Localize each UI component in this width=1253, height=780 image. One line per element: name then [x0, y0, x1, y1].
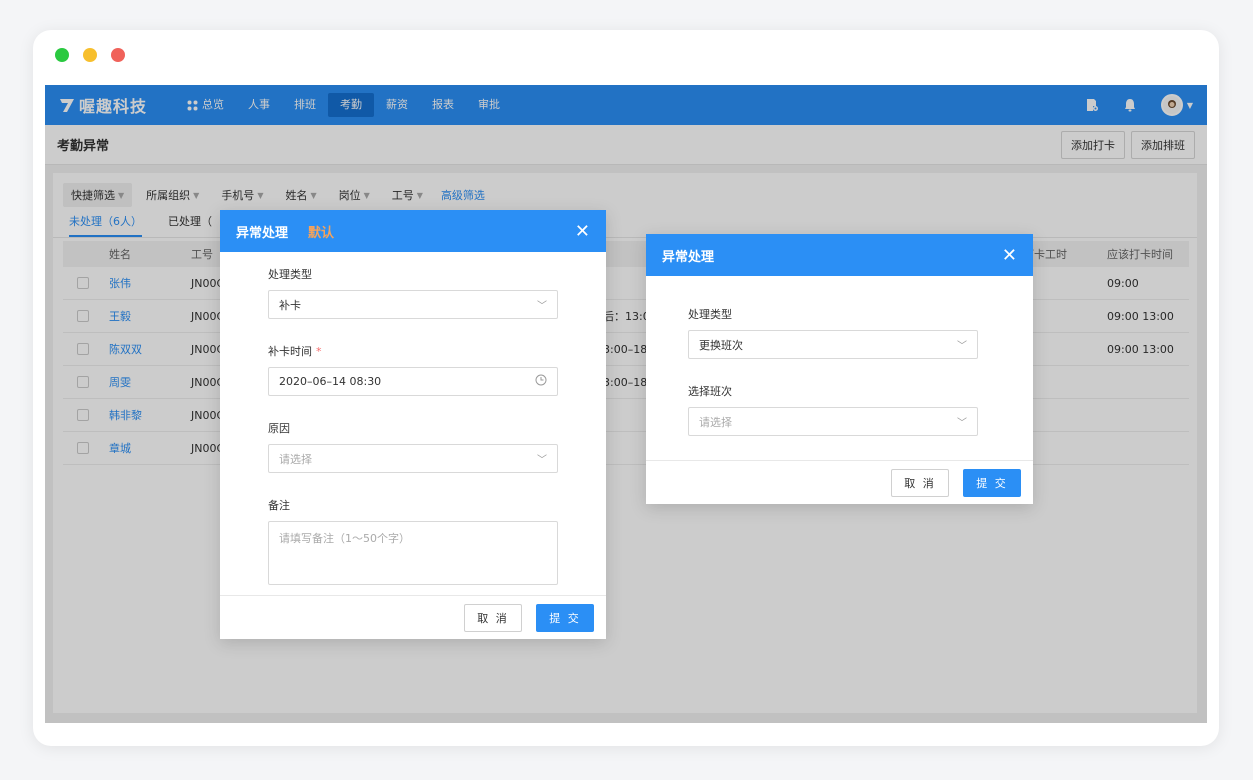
note-placeholder: 请填写备注（1～50个字）: [279, 532, 410, 545]
type-label: 处理类型: [268, 268, 312, 281]
exception-dialog-punch: 异常处理 默认 ✕ 处理类型 补卡 ﹀ 补卡时间 * 2020–06–14 08:…: [220, 210, 606, 639]
chevron-down-icon: ﹀: [957, 418, 967, 429]
type-label: 处理类型: [688, 308, 732, 321]
type-value: 补卡: [279, 298, 301, 312]
shift-select[interactable]: 请选择 ﹀: [688, 407, 978, 436]
close-icon[interactable]: ✕: [575, 221, 590, 242]
window-dot-green[interactable]: [55, 48, 69, 62]
dialog-footer: 取 消 提 交: [646, 460, 1033, 504]
dialog-body: 处理类型 更换班次 ﹀ 选择班次 请选择 ﹀: [646, 276, 1033, 436]
exception-dialog-shift: 异常处理 ✕ 处理类型 更换班次 ﹀ 选择班次 请选择 ﹀ 取 消 提 交: [646, 234, 1033, 504]
shift-placeholder: 请选择: [699, 415, 732, 429]
chevron-down-icon: ﹀: [537, 455, 547, 466]
window-dot-red[interactable]: [111, 48, 125, 62]
chevron-down-icon: ﹀: [957, 341, 967, 352]
cancel-button[interactable]: 取 消: [464, 603, 522, 632]
note-label: 备注: [268, 499, 290, 512]
dialog-body: 处理类型 补卡 ﹀ 补卡时间 * 2020–06–14 08:30 原因 请选择: [220, 252, 606, 585]
submit-button[interactable]: 提 交: [536, 603, 594, 632]
dialog-subtitle: 默认: [308, 225, 335, 241]
type-select[interactable]: 更换班次 ﹀: [688, 330, 978, 359]
reason-placeholder: 请选择: [279, 452, 312, 466]
dialog-footer: 取 消 提 交: [220, 595, 606, 639]
shift-label: 选择班次: [688, 385, 732, 398]
dialog-title: 异常处理: [662, 249, 715, 265]
punch-time-input[interactable]: 2020–06–14 08:30: [268, 367, 558, 396]
clock-icon: [535, 374, 547, 389]
app-frame: 喔趣科技 总览 人事 排班 考勤 薪资 报表 审批 ▼ 考勤异常 添加打卡 添加…: [45, 85, 1207, 723]
type-select[interactable]: 补卡 ﹀: [268, 290, 558, 319]
time-label-text: 补卡时间: [268, 345, 312, 358]
time-label: 补卡时间 *: [268, 343, 558, 359]
submit-button[interactable]: 提 交: [963, 468, 1021, 497]
dialog-title: 异常处理: [236, 225, 289, 241]
window-controls: [55, 48, 125, 62]
type-value: 更换班次: [699, 338, 743, 352]
reason-select[interactable]: 请选择 ﹀: [268, 444, 558, 473]
cancel-button[interactable]: 取 消: [891, 468, 949, 497]
window-dot-yellow[interactable]: [83, 48, 97, 62]
chevron-down-icon: ﹀: [537, 301, 547, 312]
dialog-header: 异常处理 默认 ✕: [220, 210, 606, 252]
app-window: 喔趣科技 总览 人事 排班 考勤 薪资 报表 审批 ▼ 考勤异常 添加打卡 添加…: [33, 30, 1219, 746]
required-mark: *: [316, 345, 322, 358]
punch-time-value: 2020–06–14 08:30: [279, 375, 382, 388]
reason-label: 原因: [268, 422, 290, 435]
dialog-header: 异常处理 ✕: [646, 234, 1033, 276]
note-textarea[interactable]: 请填写备注（1～50个字）: [268, 521, 558, 585]
close-icon[interactable]: ✕: [1002, 245, 1017, 266]
